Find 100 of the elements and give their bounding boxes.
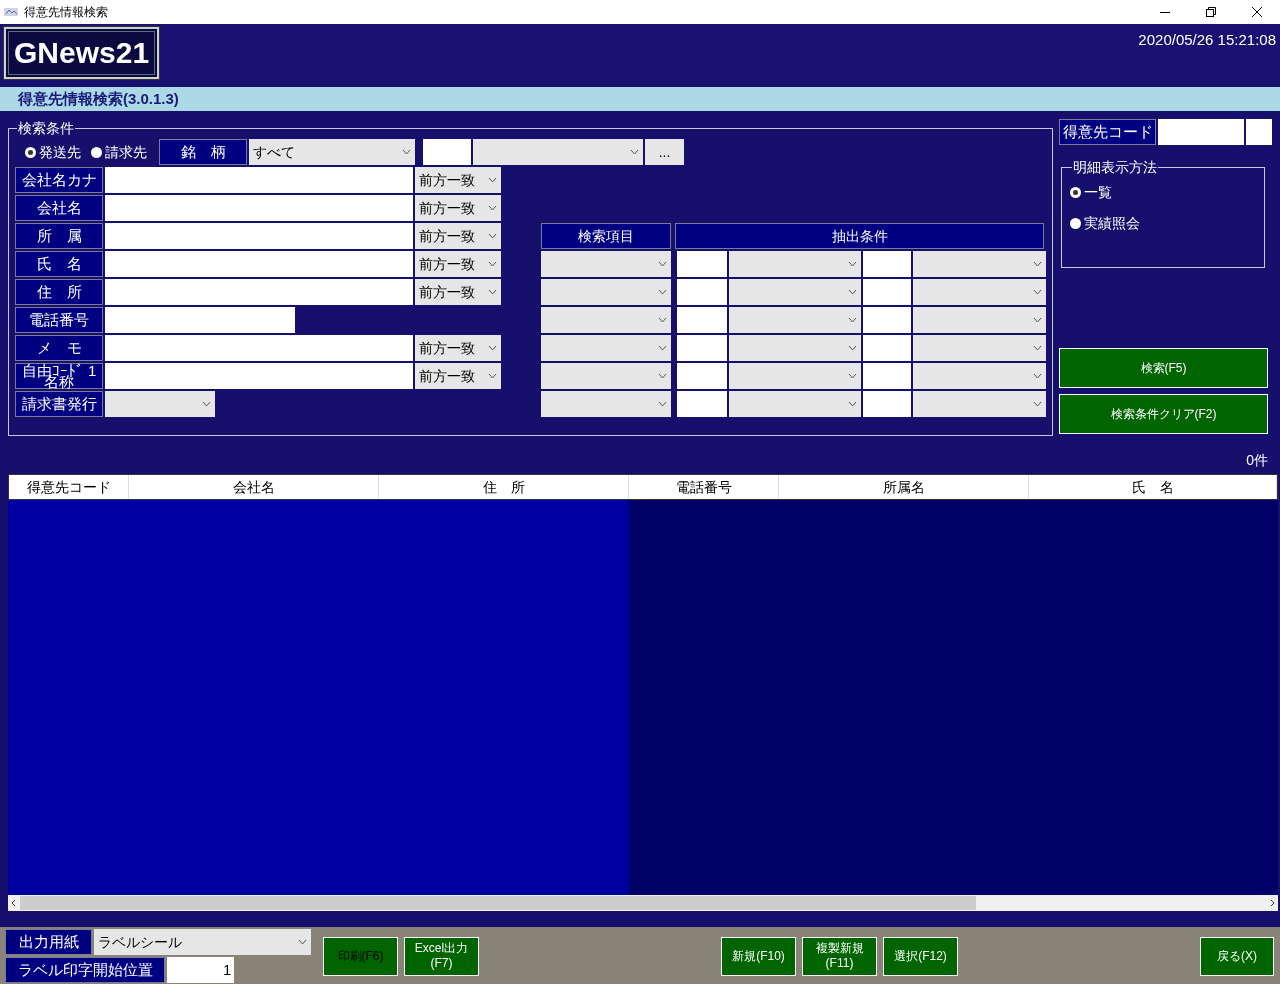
chevron-icon — [658, 345, 667, 351]
input-field[interactable] — [105, 335, 413, 361]
chevron-icon — [488, 289, 497, 295]
chevron-icon — [488, 177, 497, 183]
action-button[interactable]: 検索(F5) — [1059, 348, 1268, 388]
dropdown[interactable]: 前方一致 — [415, 335, 501, 361]
input-field[interactable]: 1 — [167, 957, 234, 983]
dropdown[interactable] — [729, 391, 861, 417]
chevron-icon — [488, 205, 497, 211]
chevron-icon — [1033, 401, 1042, 407]
dropdown[interactable] — [729, 251, 861, 277]
input-field[interactable] — [423, 139, 471, 165]
close-icon — [1252, 7, 1262, 17]
dropdown[interactable] — [729, 363, 861, 389]
input-field[interactable] — [863, 335, 911, 361]
dropdown[interactable]: ラベルシール — [94, 929, 311, 955]
dropdown[interactable] — [913, 307, 1046, 333]
dropdown[interactable]: すべて — [249, 139, 415, 165]
input-field[interactable] — [105, 363, 413, 389]
input-field[interactable] — [863, 391, 911, 417]
input-field[interactable] — [677, 363, 727, 389]
field-label: 請求書発行 — [15, 391, 103, 417]
chevron-icon — [488, 261, 497, 267]
dropdown[interactable]: 前方一致 — [415, 251, 501, 277]
chevron-icon — [1033, 345, 1042, 351]
radio-label: 発送先 — [39, 142, 81, 162]
radio-button[interactable] — [91, 146, 102, 158]
input-field[interactable] — [677, 251, 727, 277]
column-header[interactable]: 氏 名 — [1029, 475, 1277, 499]
action-button[interactable]: 戻る(X) — [1200, 936, 1274, 976]
minimize-icon — [1160, 11, 1170, 13]
column-header[interactable]: 電話番号 — [629, 475, 779, 499]
dropdown[interactable] — [729, 307, 861, 333]
input-field[interactable] — [105, 195, 413, 221]
dropdown[interactable] — [105, 391, 215, 417]
ellipsis-button[interactable]: ... — [645, 139, 684, 165]
column-header[interactable]: 住 所 — [379, 475, 629, 499]
input-field[interactable] — [863, 279, 911, 305]
radio-button[interactable] — [25, 146, 36, 158]
column-header[interactable]: 所属名 — [779, 475, 1029, 499]
input-field[interactable] — [105, 251, 413, 277]
dropdown[interactable] — [541, 251, 671, 277]
action-button[interactable]: Excel出力 (F7) — [404, 936, 479, 976]
dropdown[interactable]: 前方一致 — [415, 363, 501, 389]
chevron-icon — [848, 261, 857, 267]
input-field[interactable] — [105, 279, 413, 305]
chevron-icon — [658, 373, 667, 379]
input-field[interactable] — [677, 279, 727, 305]
input-field[interactable] — [105, 307, 295, 333]
dropdown[interactable] — [913, 363, 1046, 389]
restore-icon — [1206, 7, 1216, 17]
dropdown[interactable] — [473, 139, 643, 165]
field-label: 得意先コード — [1059, 119, 1156, 145]
field-label: 氏 名 — [15, 251, 103, 277]
chevron-icon — [488, 233, 497, 239]
chevron-icon — [202, 401, 211, 407]
logo: GNews21 — [4, 27, 160, 79]
dropdown[interactable] — [541, 391, 671, 417]
input-field[interactable] — [677, 335, 727, 361]
action-button[interactable]: 検索条件クリア(F2) — [1059, 394, 1268, 434]
action-button[interactable]: 複製新規 (F11) — [802, 936, 877, 976]
field-label: 電話番号 — [15, 307, 103, 333]
radio-button[interactable] — [1070, 218, 1081, 229]
dropdown[interactable]: 前方一致 — [415, 279, 501, 305]
column-header[interactable]: 得意先コード — [9, 475, 129, 499]
field-label: 会社名カナ — [15, 167, 103, 193]
dropdown[interactable]: 前方一致 — [415, 167, 501, 193]
window-title: 得意先情報検索 — [24, 4, 108, 21]
field-label: 銘 柄 — [159, 139, 247, 165]
column-header[interactable]: 会社名 — [129, 475, 379, 499]
input-field[interactable] — [105, 223, 413, 249]
input-field[interactable] — [863, 363, 911, 389]
input-field[interactable] — [1158, 119, 1244, 145]
dropdown[interactable]: 前方一致 — [415, 223, 501, 249]
dropdown[interactable] — [729, 335, 861, 361]
action-button[interactable]: 選択(F12) — [883, 936, 958, 976]
radio-button[interactable] — [1070, 187, 1081, 198]
chevron-icon — [298, 939, 307, 945]
input-field[interactable] — [1246, 119, 1272, 145]
dropdown[interactable] — [541, 307, 671, 333]
dropdown[interactable] — [913, 279, 1046, 305]
horizontal-scrollbar[interactable] — [8, 895, 1278, 911]
dropdown[interactable] — [541, 279, 671, 305]
chevron-icon — [658, 261, 667, 267]
radio-label: 一覧 — [1084, 183, 1112, 202]
dropdown[interactable] — [913, 391, 1046, 417]
dropdown[interactable] — [541, 335, 671, 361]
dropdown[interactable] — [729, 279, 861, 305]
dropdown[interactable] — [913, 251, 1046, 277]
input-field[interactable] — [863, 307, 911, 333]
chevron-icon — [402, 149, 411, 155]
dropdown[interactable] — [913, 335, 1046, 361]
dropdown[interactable]: 前方一致 — [415, 195, 501, 221]
input-field[interactable] — [677, 391, 727, 417]
input-field[interactable] — [105, 167, 413, 193]
action-button[interactable]: 新規(F10) — [721, 936, 796, 976]
input-field[interactable] — [677, 307, 727, 333]
input-field[interactable] — [863, 251, 911, 277]
dropdown[interactable] — [541, 363, 671, 389]
chevron-icon — [1033, 289, 1042, 295]
